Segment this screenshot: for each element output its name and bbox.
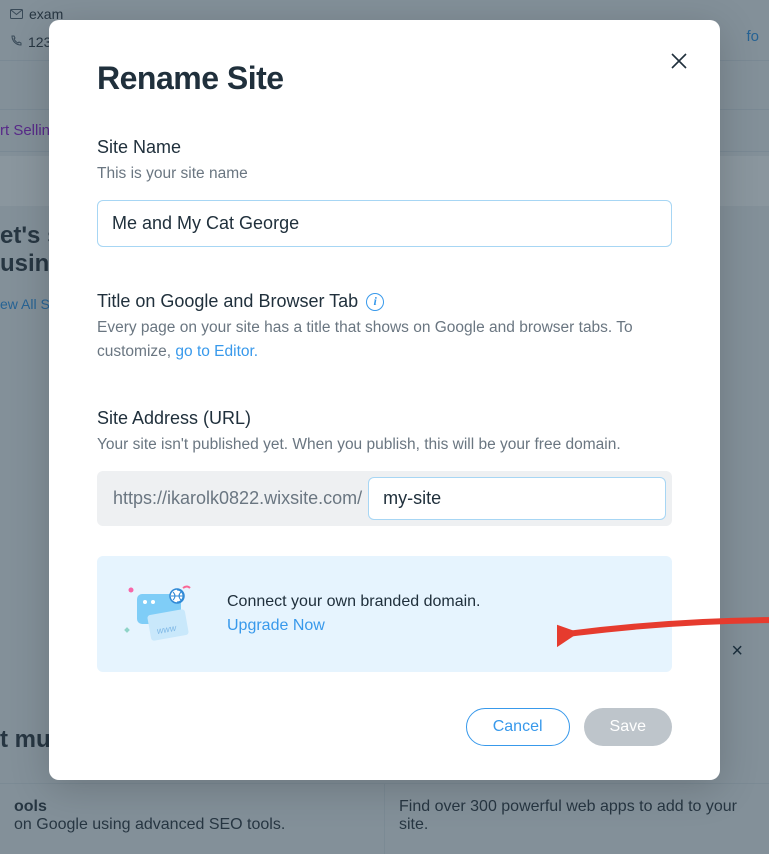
- promo-text: Connect your own branded domain.: [227, 590, 481, 614]
- upgrade-promo: www Connect your own branded domain. Upg…: [97, 556, 672, 672]
- site-name-field: Site Name This is your site name: [97, 137, 672, 247]
- site-url-input[interactable]: [368, 477, 666, 520]
- go-to-editor-link[interactable]: go to Editor.: [175, 343, 258, 360]
- url-prefix: https://ikarolk0822.wixsite.com/: [103, 488, 362, 509]
- site-url-desc: Your site isn't published yet. When you …: [97, 433, 672, 457]
- save-button[interactable]: Save: [584, 708, 672, 746]
- close-icon: [670, 52, 688, 70]
- domain-illustration: www: [123, 584, 201, 644]
- close-button[interactable]: [668, 50, 690, 72]
- site-url-field: Site Address (URL) Your site isn't publi…: [97, 408, 672, 526]
- cancel-button[interactable]: Cancel: [466, 708, 570, 746]
- modal-title: Rename Site: [97, 60, 672, 97]
- info-icon[interactable]: i: [366, 293, 384, 311]
- rename-site-modal: Rename Site Site Name This is your site …: [49, 20, 720, 780]
- site-name-input[interactable]: [97, 200, 672, 247]
- title-tab-label: Title on Google and Browser Tab: [97, 291, 358, 312]
- site-name-desc: This is your site name: [97, 162, 672, 186]
- site-url-label: Site Address (URL): [97, 408, 672, 429]
- upgrade-now-link[interactable]: Upgrade Now: [227, 617, 325, 634]
- title-tab-field: Title on Google and Browser Tab i Every …: [97, 291, 672, 364]
- site-name-label: Site Name: [97, 137, 672, 158]
